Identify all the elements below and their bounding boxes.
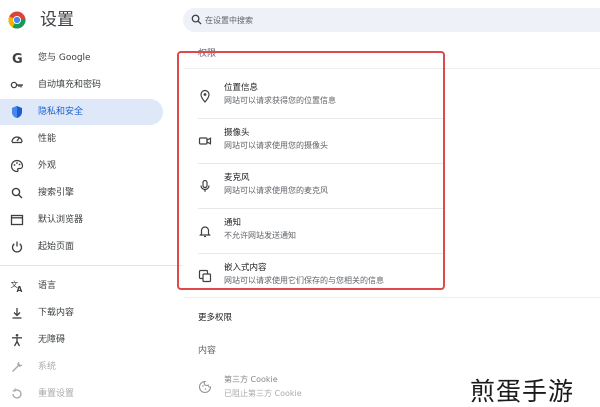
sidebar-item-reset-settings[interactable]: 重置设置 bbox=[0, 381, 163, 407]
sidebar-item-label: 起始页面 bbox=[38, 242, 75, 252]
sidebar-item-on-startup[interactable]: 起始页面 bbox=[0, 234, 163, 260]
shield-icon bbox=[12, 106, 22, 118]
cookie-description: 已阻止第三方 Cookie bbox=[224, 389, 302, 398]
permission-location[interactable]: 位置信息 网站可以请求获得您的位置信息 bbox=[184, 74, 440, 118]
sidebar-item-label: 搜索引擎 bbox=[38, 188, 75, 198]
bell-icon bbox=[199, 226, 211, 238]
camera-icon bbox=[198, 137, 212, 145]
sidebar-item-accessibility[interactable]: 无障碍 bbox=[0, 327, 163, 353]
browser-window-icon bbox=[10, 214, 24, 226]
translate-icon: 文 A bbox=[11, 279, 23, 293]
permission-title: 摄像头 bbox=[224, 128, 250, 138]
key-icon bbox=[10, 81, 23, 89]
permissions-card: 位置信息 网站可以请求获得您的位置信息 摄像头 网站可以请求使用您的摄像头 麦克… bbox=[184, 68, 600, 328]
more-permissions-label: 更多权限 bbox=[198, 313, 233, 323]
download-icon bbox=[12, 308, 22, 319]
wrench-icon bbox=[12, 361, 23, 372]
search-input[interactable] bbox=[205, 11, 585, 29]
permission-title: 麦克风 bbox=[224, 173, 250, 183]
sidebar-item-label: 您与 Google bbox=[38, 53, 91, 63]
page-title: 设置 bbox=[40, 10, 74, 30]
speedometer-icon bbox=[11, 136, 23, 144]
sidebar-item-default-browser[interactable]: 默认浏览器 bbox=[0, 207, 163, 233]
permission-description: 不允许网站发送通知 bbox=[224, 231, 296, 240]
reset-icon bbox=[12, 388, 22, 399]
microphone-icon bbox=[200, 179, 210, 192]
sidebar-item-autofill[interactable]: 自动填充和密码 bbox=[0, 72, 163, 98]
sidebar: G 您与 Google 自动填充和密码 隐私和安全 性能 外观 搜索引擎 默认浏… bbox=[0, 40, 182, 407]
sidebar-item-label: 隐私和安全 bbox=[38, 107, 84, 117]
sidebar-item-search-engine[interactable]: 搜索引擎 bbox=[0, 180, 163, 206]
svg-text:A: A bbox=[17, 285, 23, 293]
permission-description: 网站可以请求使用您的摄像头 bbox=[224, 141, 328, 150]
sidebar-item-you-and-google[interactable]: G 您与 Google bbox=[0, 45, 163, 71]
permission-title: 通知 bbox=[224, 218, 242, 228]
svg-text:G: G bbox=[12, 52, 23, 65]
accessibility-icon bbox=[12, 334, 22, 347]
sidebar-item-appearance[interactable]: 外观 bbox=[0, 153, 163, 179]
permissions-section-header: 权限 bbox=[198, 49, 217, 59]
cookie-icon bbox=[198, 380, 212, 394]
power-icon bbox=[11, 241, 23, 253]
main-panel: 权限 位置信息 网站可以请求获得您的位置信息 摄像头 网站可以请求使用您的摄像头 bbox=[184, 40, 600, 407]
embedded-content-icon bbox=[198, 269, 212, 283]
search-icon bbox=[191, 14, 202, 25]
permission-description: 网站可以请求获得您的位置信息 bbox=[224, 96, 336, 105]
permission-title: 位置信息 bbox=[224, 83, 259, 93]
chrome-logo-icon bbox=[8, 11, 26, 29]
permission-notifications[interactable]: 通知 不允许网站发送通知 bbox=[184, 209, 440, 253]
permission-description: 网站可以请求使用您的麦克风 bbox=[224, 186, 328, 195]
sidebar-item-label: 语言 bbox=[38, 281, 57, 291]
sidebar-item-label: 外观 bbox=[38, 161, 57, 171]
permission-microphone[interactable]: 麦克风 网站可以请求使用您的麦克风 bbox=[184, 164, 440, 208]
search-icon bbox=[11, 187, 23, 199]
permission-camera[interactable]: 摄像头 网站可以请求使用您的摄像头 bbox=[184, 119, 440, 163]
sidebar-item-label: 自动填充和密码 bbox=[38, 80, 102, 90]
sidebar-divider bbox=[0, 265, 182, 266]
more-permissions-row[interactable]: 更多权限 bbox=[184, 297, 600, 335]
sidebar-item-label: 下载内容 bbox=[38, 308, 75, 318]
content-section-header: 内容 bbox=[198, 346, 217, 356]
watermark-text: 煎蛋手游 bbox=[470, 377, 575, 406]
sidebar-item-performance[interactable]: 性能 bbox=[0, 126, 163, 152]
sidebar-item-label: 系统 bbox=[38, 362, 57, 372]
third-party-cookies-item[interactable]: 第三方 Cookie 已阻止第三方 Cookie bbox=[184, 368, 484, 407]
sidebar-item-languages[interactable]: 文 A 语言 bbox=[0, 273, 163, 299]
sidebar-item-label: 默认浏览器 bbox=[38, 215, 84, 225]
permission-title: 嵌入式内容 bbox=[224, 263, 267, 273]
sidebar-item-downloads[interactable]: 下载内容 bbox=[0, 300, 163, 326]
top-bar: 设置 bbox=[0, 0, 600, 40]
sidebar-item-privacy-security[interactable]: 隐私和安全 bbox=[0, 99, 163, 125]
google-icon: G bbox=[12, 52, 23, 65]
permission-description: 网站可以请求使用它们保存的与您相关的信息 bbox=[224, 276, 384, 285]
sidebar-item-label: 无障碍 bbox=[38, 335, 66, 345]
palette-icon bbox=[10, 159, 24, 173]
location-pin-icon bbox=[200, 89, 210, 103]
cookie-title: 第三方 Cookie bbox=[224, 375, 278, 384]
search-box[interactable] bbox=[183, 8, 600, 32]
permission-embedded-content[interactable]: 嵌入式内容 网站可以请求使用它们保存的与您相关的信息 bbox=[184, 254, 440, 298]
sidebar-item-system[interactable]: 系统 bbox=[0, 354, 163, 380]
sidebar-item-label: 重置设置 bbox=[38, 389, 75, 399]
sidebar-item-label: 性能 bbox=[38, 134, 57, 144]
